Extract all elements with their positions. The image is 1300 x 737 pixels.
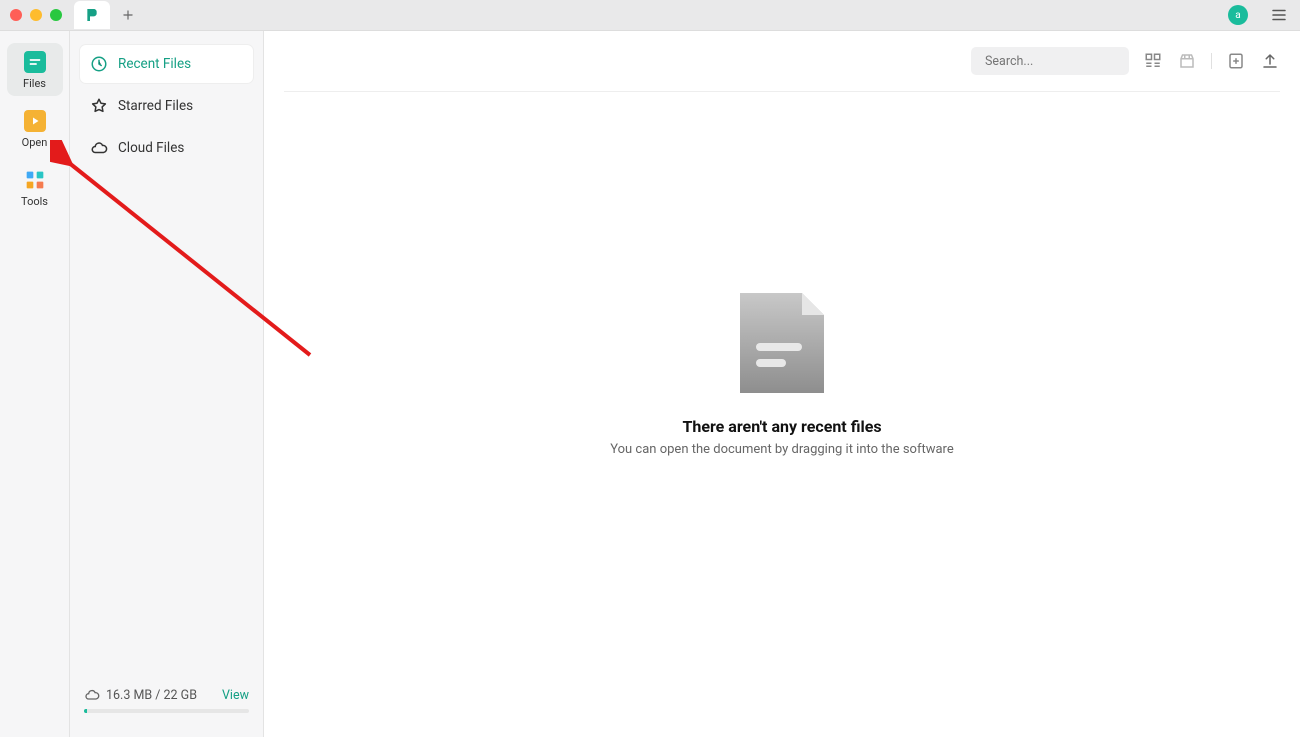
rail-item-label: Tools: [21, 195, 48, 208]
app-tab[interactable]: [74, 1, 110, 29]
cloud-icon: [84, 687, 100, 703]
files-icon: [24, 51, 46, 73]
app-logo-icon: [84, 7, 100, 23]
nav-item-label: Starred Files: [118, 98, 193, 114]
close-window-button[interactable]: [10, 9, 22, 21]
minimize-window-button[interactable]: [30, 9, 42, 21]
nav-item-starred-files[interactable]: Starred Files: [80, 87, 253, 125]
storage-status: 16.3 MB / 22 GB View: [80, 681, 253, 723]
rail-item-label: Files: [23, 77, 46, 90]
content-area: There aren't any recent files You can op…: [264, 31, 1300, 737]
empty-state: There aren't any recent files You can op…: [264, 52, 1300, 697]
rail-item-label: Open: [22, 136, 48, 149]
rail-item-tools[interactable]: Tools: [7, 161, 63, 214]
plus-icon: [121, 8, 135, 22]
main-menu-button[interactable]: [1268, 4, 1290, 26]
storage-text: 16.3 MB / 22 GB: [106, 688, 197, 703]
nav-item-cloud-files[interactable]: Cloud Files: [80, 129, 253, 167]
rail-item-open[interactable]: Open: [7, 102, 63, 155]
storage-view-link[interactable]: View: [222, 688, 249, 703]
maximize-window-button[interactable]: [50, 9, 62, 21]
empty-title: There aren't any recent files: [682, 417, 881, 436]
hamburger-icon: [1270, 6, 1288, 24]
file-nav-sidebar: Recent Files Starred Files Cloud Files 1…: [70, 31, 264, 737]
open-icon: [24, 110, 46, 132]
document-illustration: [740, 293, 824, 393]
window-controls: [10, 9, 62, 21]
tools-icon: [24, 169, 46, 191]
storage-bar: [84, 709, 249, 713]
user-avatar[interactable]: a: [1228, 5, 1248, 25]
left-rail: Files Open Tools: [0, 31, 70, 737]
nav-item-label: Recent Files: [118, 56, 191, 72]
cloud-icon: [90, 139, 108, 157]
rail-item-files[interactable]: Files: [7, 43, 63, 96]
star-icon: [90, 97, 108, 115]
empty-subtitle: You can open the document by dragging it…: [610, 442, 954, 457]
clock-icon: [90, 55, 108, 73]
nav-item-recent-files[interactable]: Recent Files: [80, 45, 253, 83]
titlebar: a: [0, 0, 1300, 31]
new-tab-button[interactable]: [116, 3, 140, 27]
nav-item-label: Cloud Files: [118, 140, 184, 156]
